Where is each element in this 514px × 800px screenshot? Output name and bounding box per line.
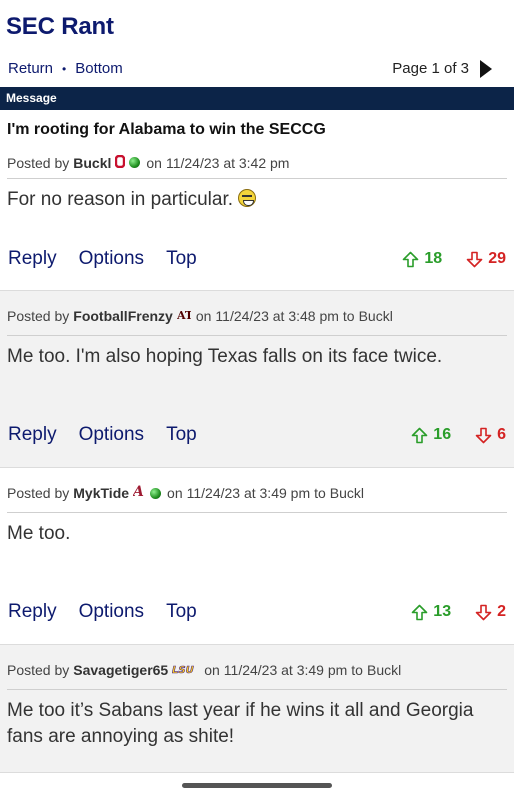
downvote-button[interactable]: 29 bbox=[466, 250, 506, 268]
post-body: Me too. I'm also hoping Texas falls on i… bbox=[7, 336, 507, 370]
message-bar-label: Message bbox=[6, 91, 57, 105]
post-date: 11/24/23 at 3:49 pm bbox=[223, 662, 348, 678]
on-label: on bbox=[204, 662, 220, 678]
upvote-button[interactable]: 13 bbox=[411, 603, 451, 621]
post-actions: Reply Options Top 13 2 bbox=[8, 601, 506, 623]
posted-by-label: Posted by bbox=[7, 485, 70, 501]
post-body: For no reason in particular. bbox=[7, 179, 507, 213]
online-status-icon bbox=[150, 487, 162, 499]
arrow-down-icon bbox=[475, 604, 492, 620]
post-byline: Posted by MykTide A on 11/24/23 at 3:49 … bbox=[7, 468, 507, 513]
vote-controls: 13 2 bbox=[411, 603, 506, 621]
arrow-up-icon bbox=[411, 427, 428, 443]
downvote-button[interactable]: 6 bbox=[475, 426, 506, 444]
post-text: Me too. bbox=[7, 523, 71, 544]
post-4: Posted by Savagetiger65 LSU on 11/24/23 … bbox=[0, 645, 514, 773]
reply-button[interactable]: Reply bbox=[8, 424, 57, 446]
upvote-count: 16 bbox=[433, 426, 452, 443]
downvote-button[interactable]: 2 bbox=[475, 603, 506, 621]
downvote-count: 2 bbox=[497, 603, 506, 620]
post-2: Posted by FootballFrenzy ATM on 11/24/23… bbox=[0, 291, 514, 468]
options-button[interactable]: Options bbox=[79, 601, 144, 623]
post-body: Me too it’s Sabans last year if he wins … bbox=[7, 690, 507, 750]
posted-by-label: Posted by bbox=[7, 662, 70, 678]
post-byline: Posted by Buckl on 11/24/23 at 3:42 pm bbox=[7, 147, 507, 179]
svg-text:ATM: ATM bbox=[177, 309, 191, 321]
reply-button[interactable]: Reply bbox=[8, 248, 57, 270]
post-text: For no reason in particular. bbox=[7, 189, 234, 210]
message-header-bar: Message bbox=[0, 87, 514, 110]
upvote-count: 13 bbox=[433, 603, 452, 620]
thread-title: I'm rooting for Alabama to win the SECCG bbox=[7, 121, 326, 138]
pager: Page 1 of 3 bbox=[392, 59, 506, 78]
reply-to-user[interactable]: Buckl bbox=[367, 662, 401, 678]
upvote-button[interactable]: 16 bbox=[411, 426, 451, 444]
texas-am-logo-icon: ATM bbox=[176, 308, 205, 324]
options-button[interactable]: Options bbox=[79, 424, 144, 446]
post-author[interactable]: MykTide bbox=[73, 485, 129, 501]
page-indicator: Page 1 of 3 bbox=[392, 60, 469, 77]
arrow-down-icon bbox=[475, 427, 492, 443]
post-author[interactable]: Buckl bbox=[73, 155, 111, 171]
to-label: to bbox=[351, 662, 363, 678]
upvote-count: 18 bbox=[424, 250, 443, 267]
alabama-logo-icon: A bbox=[131, 484, 146, 502]
post-1: I'm rooting for Alabama to win the SECCG… bbox=[0, 110, 514, 291]
on-label: on bbox=[167, 485, 183, 501]
post-text: Me too it’s Sabans last year if he wins … bbox=[7, 700, 474, 747]
downvote-count: 29 bbox=[488, 250, 506, 267]
post-author[interactable]: Savagetiger65 bbox=[73, 662, 168, 678]
post-date: 11/24/23 at 3:42 pm bbox=[165, 154, 290, 171]
options-button[interactable]: Options bbox=[79, 248, 144, 270]
upvote-button[interactable]: 18 bbox=[402, 250, 442, 268]
post-actions: Reply Options Top 18 29 bbox=[8, 248, 506, 270]
post-date: 11/24/23 at 3:48 pm bbox=[215, 308, 339, 324]
lsu-logo-icon: LSU bbox=[172, 662, 199, 678]
to-label: to bbox=[314, 485, 326, 501]
post-author[interactable]: FootballFrenzy bbox=[73, 308, 173, 324]
home-indicator[interactable] bbox=[182, 783, 332, 788]
arrow-up-icon bbox=[411, 604, 428, 620]
return-link[interactable]: Return bbox=[8, 60, 53, 77]
vote-controls: 16 6 bbox=[411, 426, 506, 444]
reply-to-user[interactable]: Buckl bbox=[330, 485, 364, 501]
post-byline: Posted by FootballFrenzy ATM on 11/24/23… bbox=[7, 291, 507, 336]
post-text: Me too. I'm also hoping Texas falls on i… bbox=[7, 346, 443, 367]
post-byline: Posted by Savagetiger65 LSU on 11/24/23 … bbox=[7, 645, 507, 690]
grimace-emoji-icon bbox=[238, 189, 257, 207]
top-button[interactable]: Top bbox=[166, 248, 197, 270]
bottom-link[interactable]: Bottom bbox=[75, 60, 123, 77]
ohio-state-logo-icon bbox=[115, 154, 126, 171]
posted-by-label: Posted by bbox=[7, 308, 70, 324]
svg-text:LSU: LSU bbox=[172, 665, 194, 675]
top-button[interactable]: Top bbox=[166, 601, 197, 623]
to-label: to bbox=[342, 308, 355, 324]
reply-button[interactable]: Reply bbox=[8, 601, 57, 623]
post-date: 11/24/23 at 3:49 pm bbox=[186, 485, 311, 501]
on-label: on bbox=[146, 154, 162, 171]
posted-by-label: Posted by bbox=[7, 154, 70, 171]
post-body: Me too. bbox=[7, 513, 507, 547]
downvote-count: 6 bbox=[497, 426, 506, 443]
arrow-down-icon bbox=[466, 251, 483, 267]
post-3: Posted by MykTide A on 11/24/23 at 3:49 … bbox=[0, 468, 514, 645]
arrow-up-icon bbox=[403, 251, 419, 267]
online-status-icon bbox=[129, 157, 141, 168]
site-title[interactable]: SEC Rant bbox=[6, 13, 114, 40]
top-button[interactable]: Top bbox=[166, 424, 197, 446]
site-header: SEC Rant bbox=[0, 0, 514, 50]
reply-to-user[interactable]: Buckl bbox=[359, 308, 393, 324]
on-label: on bbox=[195, 308, 212, 324]
next-page-play-arrow-icon[interactable] bbox=[480, 59, 492, 78]
nav-separator: • bbox=[62, 61, 67, 76]
svg-text:A: A bbox=[133, 484, 144, 499]
vote-controls: 18 29 bbox=[402, 250, 506, 268]
post-actions: Reply Options Top 16 6 bbox=[8, 424, 506, 446]
thread-nav: Return • Bottom Page 1 of 3 bbox=[0, 50, 514, 87]
